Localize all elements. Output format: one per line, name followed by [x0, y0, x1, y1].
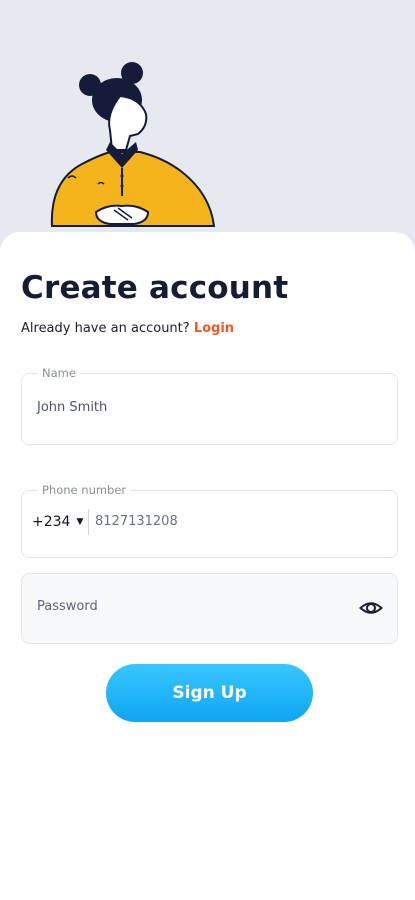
- name-field-label: Name: [38, 366, 80, 380]
- password-field[interactable]: Password: [21, 573, 398, 644]
- woman-illustration-icon: [50, 62, 216, 227]
- password-input[interactable]: Password: [37, 599, 98, 614]
- phone-field-label: Phone number: [38, 483, 131, 497]
- phone-divider: [88, 509, 89, 535]
- page-title: Create account: [21, 270, 289, 306]
- caret-down-icon: ▼: [76, 517, 84, 527]
- eye-icon[interactable]: [359, 598, 383, 618]
- sign-up-button[interactable]: Sign Up: [106, 664, 313, 722]
- phone-input[interactable]: 8127131208: [95, 514, 178, 529]
- name-field[interactable]: Name John Smith: [21, 366, 398, 445]
- header-illustration-area: [0, 0, 415, 250]
- login-prompt-text: Already have an account?: [21, 321, 190, 336]
- country-code-value: +234: [32, 514, 71, 530]
- phone-field[interactable]: Phone number +234 ▼ 8127131208: [21, 483, 398, 558]
- country-code-selector[interactable]: +234 ▼: [32, 512, 83, 532]
- name-input[interactable]: John Smith: [37, 400, 107, 415]
- login-prompt: Already have an account? Login: [21, 321, 234, 336]
- signup-screen: Create account Already have an account? …: [0, 0, 415, 900]
- login-link[interactable]: Login: [194, 321, 234, 336]
